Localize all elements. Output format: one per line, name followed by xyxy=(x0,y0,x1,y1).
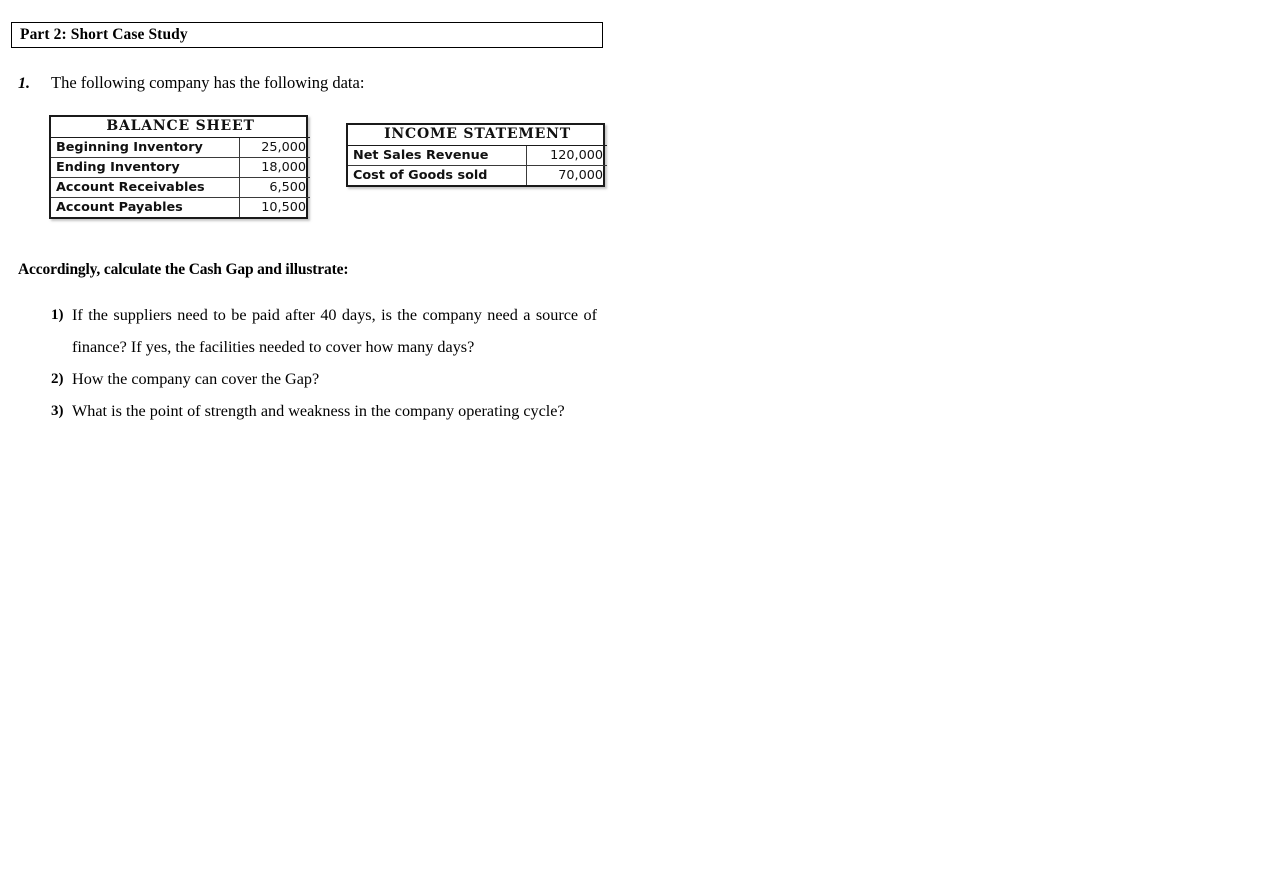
balance-sheet-title: BALANCE SHEET xyxy=(51,117,311,138)
table-row: Beginning Inventory 25,000 xyxy=(51,136,311,158)
instruction-text: Accordingly, calculate the Cash Gap and … xyxy=(18,261,349,278)
row-value: 70,000 xyxy=(526,164,608,185)
table-title-row: BALANCE SHEET xyxy=(51,117,311,138)
list-item: 2) How the company can cover the Gap? xyxy=(51,363,597,395)
question-text: How the company can cover the Gap? xyxy=(72,370,320,388)
table-row: Net Sales Revenue 120,000 xyxy=(348,144,608,166)
question-marker: 1) xyxy=(51,307,64,323)
intro-question-line: 1. The following company has the followi… xyxy=(18,73,618,94)
table-row: Ending Inventory 18,000 xyxy=(51,156,311,178)
row-value: 18,000 xyxy=(239,156,311,178)
intro-list-marker: 1. xyxy=(18,75,30,92)
income-statement-title: INCOME STATEMENT xyxy=(348,125,608,146)
income-statement-table: INCOME STATEMENT Net Sales Revenue 120,0… xyxy=(346,123,608,187)
table-row: Account Payables 10,500 xyxy=(51,196,311,218)
row-label: Account Receivables xyxy=(51,176,240,198)
row-value: 6,500 xyxy=(239,176,311,198)
row-value: 25,000 xyxy=(239,136,311,158)
part-header-title: Part 2: Short Case Study xyxy=(20,26,188,44)
row-label: Net Sales Revenue xyxy=(348,144,527,166)
balance-sheet-table: BALANCE SHEET Beginning Inventory 25,000… xyxy=(49,115,311,220)
intro-text: The following company has the following … xyxy=(51,73,365,92)
table-row: Cost of Goods sold 70,000 xyxy=(348,164,608,185)
list-item: 1) If the suppliers need to be paid afte… xyxy=(51,299,597,363)
row-label: Beginning Inventory xyxy=(51,136,240,158)
table-title-row: INCOME STATEMENT xyxy=(348,125,608,146)
table-row: Account Receivables 6,500 xyxy=(51,176,311,198)
row-value: 120,000 xyxy=(526,144,608,166)
part-header-box: Part 2: Short Case Study xyxy=(11,22,603,48)
row-label: Account Payables xyxy=(51,196,240,218)
list-item: 3) What is the point of strength and wea… xyxy=(51,395,597,427)
question-text: If the suppliers need to be paid after 4… xyxy=(72,306,597,356)
question-marker: 2) xyxy=(51,371,64,387)
row-label: Ending Inventory xyxy=(51,156,240,178)
row-label: Cost of Goods sold xyxy=(348,164,527,185)
row-value: 10,500 xyxy=(239,196,311,218)
question-text: What is the point of strength and weakne… xyxy=(72,402,565,420)
questions-list: 1) If the suppliers need to be paid afte… xyxy=(51,299,597,427)
question-marker: 3) xyxy=(51,403,64,419)
